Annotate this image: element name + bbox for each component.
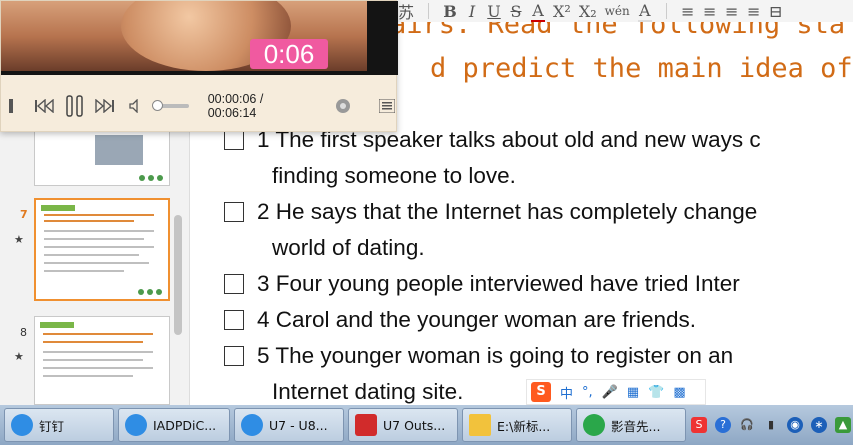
ime-keyboard-icon[interactable]: ▦ bbox=[627, 385, 639, 400]
taskbar-item-explorer[interactable]: E:\新标... bbox=[462, 408, 572, 442]
font-dropdown[interactable]: 苏 bbox=[398, 0, 414, 23]
folder-icon bbox=[469, 414, 491, 436]
ribbon-divider bbox=[665, 3, 667, 19]
animation-star-icon: ★ bbox=[14, 350, 24, 363]
statement-continuation: world of dating. bbox=[272, 235, 425, 260]
player-controls: 00:00:06 / 00:06:14 bbox=[1, 81, 398, 131]
ime-punctuation-icon[interactable]: °, bbox=[582, 385, 593, 400]
distribute-button[interactable]: ⊟ bbox=[769, 2, 783, 21]
dingtalk-icon bbox=[11, 414, 33, 436]
align-right-button[interactable]: ≡ bbox=[725, 2, 739, 21]
previous-icon[interactable] bbox=[34, 95, 56, 117]
slide-title-line-2: d predict the main idea of F bbox=[430, 53, 853, 84]
thumbnail-nav-dots bbox=[139, 175, 163, 181]
strikethrough-button[interactable]: S bbox=[509, 2, 523, 21]
thumbnail-image bbox=[95, 135, 143, 165]
phonetic-guide-button[interactable]: wén bbox=[605, 4, 630, 18]
ime-skin-icon[interactable]: 👕 bbox=[648, 385, 664, 400]
sogou-tray-icon[interactable]: S bbox=[691, 417, 707, 433]
slide-thumbnail-7[interactable] bbox=[34, 198, 170, 301]
checkbox[interactable] bbox=[224, 346, 244, 366]
media-player-icon bbox=[583, 414, 605, 436]
stop-icon[interactable] bbox=[3, 95, 25, 117]
statement-item: 2 He says that the Internet has complete… bbox=[222, 194, 853, 266]
system-tray: S ? 🎧 ▮ ◉ ∗ ▲ bbox=[691, 412, 851, 438]
video-player[interactable]: 0:06 00:00:06 / 00:06:14 bbox=[0, 0, 398, 132]
taskbar-item-media-player[interactable]: 影音先... bbox=[576, 408, 686, 442]
slide-number-7: 7 bbox=[20, 208, 28, 221]
playback-time: 00:00:06 / 00:06:14 bbox=[207, 92, 264, 120]
help-icon[interactable]: ? bbox=[715, 417, 731, 433]
checkbox[interactable] bbox=[224, 130, 244, 150]
font-color-button[interactable]: A bbox=[531, 1, 546, 22]
superscript-button[interactable]: X² bbox=[553, 2, 571, 21]
ime-voice-icon[interactable]: 🎤 bbox=[602, 385, 618, 400]
subscript-button[interactable]: X₂ bbox=[579, 2, 597, 21]
animation-star-icon: ★ bbox=[14, 233, 24, 246]
volume-icon[interactable] bbox=[125, 95, 147, 117]
checkbox[interactable] bbox=[224, 274, 244, 294]
video-time-overlay: 0:06 bbox=[250, 39, 328, 69]
checkbox[interactable] bbox=[224, 202, 244, 222]
thumbnail-title-bar bbox=[40, 322, 74, 328]
video-frame[interactable]: 0:06 bbox=[1, 1, 398, 75]
statement-item: 3 Four young people interviewed have tri… bbox=[222, 266, 853, 302]
taskbar-item-iadpdic[interactable]: IADPDiC... bbox=[118, 408, 230, 442]
highlight-button[interactable]: A bbox=[637, 1, 652, 22]
statement-continuation: finding someone to love. bbox=[272, 163, 516, 188]
wps-presentation-icon bbox=[355, 414, 377, 436]
network-icon[interactable]: ◉ bbox=[787, 417, 803, 433]
ime-toolbar: S 中 °, 🎤 ▦ 👕 ▩ bbox=[526, 379, 706, 405]
ime-chinese-mode-button[interactable]: 中 bbox=[560, 383, 573, 402]
format-ribbon: 苏 B I U S A X² X₂ wén A ≡ ≡ ≡ ≡ ⊟ bbox=[380, 0, 853, 22]
volume-slider-knob[interactable] bbox=[151, 100, 163, 111]
taskbar-item-u7-outs[interactable]: U7 Outs... bbox=[348, 408, 458, 442]
dingtalk-icon bbox=[241, 414, 263, 436]
statement-continuation: Internet dating site. bbox=[272, 379, 464, 404]
italic-button[interactable]: I bbox=[465, 2, 479, 21]
align-center-button[interactable]: ≡ bbox=[703, 2, 717, 21]
statement-item: 1 The first speaker talks about old and … bbox=[222, 122, 853, 194]
battery-icon[interactable]: ▮ bbox=[763, 417, 779, 433]
statement-list: 1 The first speaker talks about old and … bbox=[222, 122, 853, 405]
app-window: 苏 B I U S A X² X₂ wén A ≡ ≡ ≡ ≡ ⊟ 7 ★ 8 … bbox=[0, 0, 853, 445]
pause-icon[interactable] bbox=[64, 95, 86, 117]
next-icon[interactable] bbox=[95, 95, 117, 117]
justify-button[interactable]: ≡ bbox=[747, 2, 761, 21]
slide-number-8: 8 bbox=[20, 326, 27, 339]
thumbnail-title-bar bbox=[41, 205, 75, 211]
checkbox[interactable] bbox=[224, 310, 244, 330]
security-icon[interactable]: ▲ bbox=[835, 417, 851, 433]
playlist-menu-icon[interactable] bbox=[377, 95, 399, 117]
thumbnail-nav-dots bbox=[138, 289, 162, 295]
sogou-ime-logo-icon[interactable]: S bbox=[531, 382, 551, 402]
align-left-button[interactable]: ≡ bbox=[681, 2, 695, 21]
ribbon-divider bbox=[428, 3, 430, 19]
dingtalk-icon bbox=[125, 414, 147, 436]
slide-title-line-1: airs. Read the following sta bbox=[390, 22, 846, 40]
underline-button[interactable]: U bbox=[487, 2, 501, 21]
settings-gear-icon[interactable] bbox=[332, 95, 354, 117]
taskbar-item-u7-u8[interactable]: U7 - U8... bbox=[234, 408, 344, 442]
bold-button[interactable]: B bbox=[443, 2, 457, 21]
volume-slider[interactable] bbox=[151, 100, 189, 111]
headset-icon[interactable]: 🎧 bbox=[739, 417, 755, 433]
taskbar-item-dingtalk[interactable]: 钉钉 bbox=[4, 408, 114, 442]
ime-toolbox-icon[interactable]: ▩ bbox=[673, 385, 685, 400]
slide-thumbnail-8[interactable] bbox=[34, 316, 170, 405]
statement-item: 4 Carol and the younger woman are friend… bbox=[222, 302, 853, 338]
bluetooth-icon[interactable]: ∗ bbox=[811, 417, 827, 433]
thumbnail-scrollbar[interactable] bbox=[174, 215, 182, 335]
